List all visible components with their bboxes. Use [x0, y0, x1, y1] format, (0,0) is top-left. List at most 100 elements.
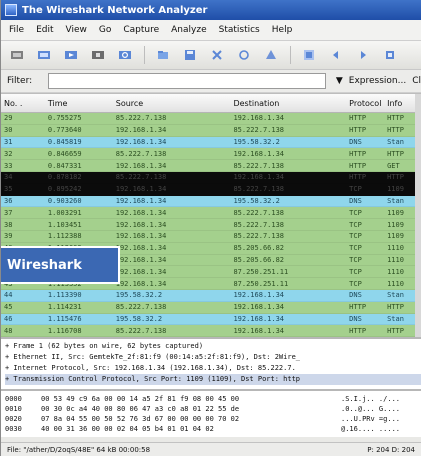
main-toolbar: [1, 41, 421, 70]
packet-protocol: TCP: [349, 232, 362, 241]
packet-protocol: DNS: [349, 291, 362, 300]
packet-list-scrollbar[interactable]: [415, 94, 421, 338]
forward-icon[interactable]: [355, 48, 370, 63]
packet-number: 29: [4, 114, 13, 123]
packet-protocol: TCP: [349, 279, 362, 288]
menu-capture[interactable]: Capture: [123, 25, 159, 35]
packet-protocol: HTTP: [349, 161, 367, 170]
expression-button[interactable]: Expression...: [349, 76, 406, 86]
table-row[interactable]: 33 0.847331 192.168.1.34 85.222.7.138 HTTP GE…: [1, 160, 421, 172]
toolbar-separator: [144, 46, 145, 64]
hex-ascii-row[interactable]: ...U.PRv =g....p.: [341, 414, 401, 424]
packet-time: 0.845819: [47, 137, 82, 146]
menu-file[interactable]: File: [9, 25, 24, 35]
packet-protocol: HTTP: [349, 303, 367, 312]
detail-ip[interactable]: + Internet Protocol, Src: 192.168.1.34 (…: [5, 363, 421, 374]
packet-source: 192.168.1.34: [115, 255, 167, 264]
menu-analyze[interactable]: Analyze: [171, 25, 206, 35]
table-row[interactable]: 37 1.003291 192.168.1.34 85.222.7.138 TCP 110…: [1, 207, 421, 220]
back-icon[interactable]: [328, 48, 343, 63]
packet-source: 192.168.1.34: [115, 137, 167, 146]
column-header-time[interactable]: Time: [45, 99, 113, 108]
table-row[interactable]: 31 0.845819 192.168.1.34 195.58.32.2 DNS Stan: [1, 136, 421, 149]
packet-source: 192.168.1.34: [115, 126, 167, 135]
packet-destination: 192.168.1.34: [233, 314, 285, 323]
hex-byte-row[interactable]: 07 8a 04 55 00 50 52 76 3d 67 00 00 00 0…: [41, 414, 341, 424]
table-row[interactable]: 44 1.113390 195.58.32.2 192.168.1.34 DNS Stan: [1, 289, 421, 302]
menu-go[interactable]: Go: [99, 25, 111, 35]
table-row[interactable]: 48 1.116708 85.222.7.138 192.168.1.34 HTTP HT…: [1, 325, 421, 338]
table-row[interactable]: 39 1.112388 192.168.1.34 85.222.7.138 TCP 110…: [1, 230, 421, 243]
column-header-protocol[interactable]: Protocol: [346, 99, 384, 108]
table-row[interactable]: 38 1.103451 192.168.1.34 85.222.7.138 TCP 110…: [1, 219, 421, 231]
hex-ascii-row[interactable]: .S.I.j.. ./....E.: [341, 394, 401, 404]
table-row[interactable]: 34 0.878182 85.222.7.138 192.168.1.34 HTTP HT…: [1, 171, 421, 184]
table-row[interactable]: 30 0.773640 192.168.1.34 85.222.7.138 HTTP HT…: [1, 124, 421, 137]
table-row[interactable]: 32 0.846659 85.222.7.138 192.168.1.34 HTTP HT…: [1, 148, 421, 161]
restart-icon[interactable]: [117, 48, 132, 63]
packet-source: 192.168.1.34: [115, 232, 167, 241]
column-header-no[interactable]: No. .: [1, 99, 45, 108]
packet-protocol: TCP: [349, 220, 362, 229]
hex-byte-row[interactable]: 00 53 49 c9 6a 00 00 14 a5 2f 81 f9 08 0…: [41, 394, 341, 404]
menu-bar: File Edit View Go Capture Analyze Statis…: [1, 20, 421, 41]
packet-number: 38: [4, 220, 13, 229]
interface-icon[interactable]: [9, 48, 24, 63]
packet-destination: 85.205.66.82: [233, 244, 285, 253]
filter-input[interactable]: [48, 73, 326, 89]
hex-ascii-row[interactable]: @.16.... ......: [341, 424, 401, 434]
print-icon[interactable]: [263, 48, 278, 63]
options-icon[interactable]: [36, 48, 51, 63]
column-header-source[interactable]: Source: [113, 99, 231, 108]
packet-destination: 192.168.1.34: [233, 149, 285, 158]
goto-icon[interactable]: [382, 48, 397, 63]
window-title: The Wireshark Network Analyzer: [22, 4, 208, 16]
reload-icon[interactable]: [236, 48, 251, 63]
packet-time: 1.115476: [47, 314, 82, 323]
hex-byte-row[interactable]: 00 30 0c a4 40 00 80 06 47 a3 c0 a8 01 2…: [41, 404, 341, 414]
packet-time: 1.112388: [47, 232, 82, 241]
packet-protocol: DNS: [349, 314, 362, 323]
wireshark-label: Wireshark: [1, 246, 120, 284]
filter-bar: Filter: ▼ Expression... Cl: [1, 70, 421, 93]
packet-source: 85.222.7.138: [115, 303, 167, 312]
packet-time: 0.847331: [47, 161, 82, 170]
save-icon[interactable]: [182, 48, 197, 63]
packet-protocol: HTTP: [349, 173, 367, 182]
table-row[interactable]: 36 0.903260 192.168.1.34 195.58.32.2 DNS Stan: [1, 195, 421, 208]
hex-ascii-row[interactable]: .0..@... G...."U.: [341, 404, 401, 414]
menu-help[interactable]: Help: [272, 25, 293, 35]
menu-statistics[interactable]: Statistics: [219, 25, 260, 35]
stop-icon[interactable]: [90, 48, 105, 63]
start-icon[interactable]: [63, 48, 78, 63]
detail-frame[interactable]: + Frame 1 (62 bytes on wire, 62 bytes ca…: [5, 341, 421, 352]
packet-number: 36: [4, 196, 13, 205]
packet-time: 1.116708: [47, 326, 82, 335]
packet-destination: 85.222.7.138: [233, 161, 285, 170]
find-icon[interactable]: [301, 48, 316, 63]
packet-number: 39: [4, 232, 13, 241]
table-row[interactable]: 46 1.115476 195.58.32.2 192.168.1.34 DNS Stan: [1, 313, 421, 326]
open-icon[interactable]: [155, 48, 170, 63]
menu-view[interactable]: View: [66, 25, 87, 35]
packet-protocol: TCP: [349, 244, 362, 253]
detail-tcp[interactable]: + Transmission Control Protocol, Src Por…: [5, 374, 421, 386]
packet-destination: 195.58.32.2: [233, 196, 280, 205]
table-row[interactable]: 45 1.114231 85.222.7.138 192.168.1.34 HTTP HT…: [1, 301, 421, 314]
menu-edit[interactable]: Edit: [36, 25, 53, 35]
packet-destination: 85.205.66.82: [233, 255, 285, 264]
detail-ethernet[interactable]: + Ethernet II, Src: GemtekTe_2f:81:f9 (0…: [5, 352, 421, 363]
packet-destination: 87.250.251.11: [233, 279, 289, 288]
filter-dropdown-icon[interactable]: ▼: [336, 76, 343, 86]
packet-number: 48: [4, 326, 13, 335]
packet-destination: 85.222.7.138: [233, 126, 285, 135]
packet-number: 46: [4, 314, 13, 323]
column-header-destination[interactable]: Destination: [230, 99, 346, 108]
table-row[interactable]: 35 0.895242 192.168.1.34 85.222.7.138 TCP 110…: [1, 183, 421, 196]
close-icon[interactable]: [209, 48, 224, 63]
table-row[interactable]: 29 0.755275 85.222.7.138 192.168.1.34 HTTP HT…: [1, 113, 421, 125]
packet-number: 30: [4, 126, 13, 135]
clear-button[interactable]: Cl: [412, 76, 421, 86]
hex-byte-row[interactable]: 40 00 31 36 00 00 02 04 05 b4 01 01 04 0…: [41, 424, 341, 434]
packet-time: 1.103451: [47, 220, 82, 229]
